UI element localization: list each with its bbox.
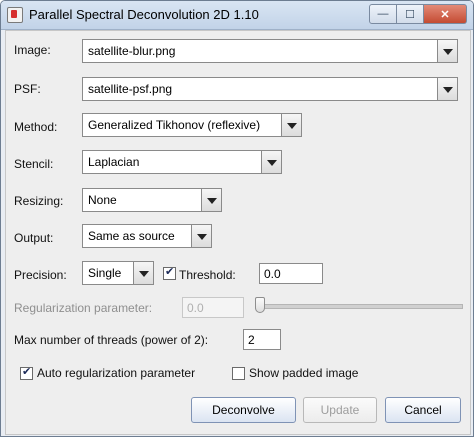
regularization-slider-track[interactable] [255,304,463,309]
psf-select-value: satellite-psf.png [88,82,173,96]
threads-label: Max number of threads (power of 2): [14,333,209,347]
precision-label: Precision: [14,268,67,282]
window-controls: — ☐ ✕ [369,4,467,24]
precision-select-value: Single [88,266,122,280]
window-title: Parallel Spectral Deconvolution 2D 1.10 [29,7,259,22]
output-label: Output: [14,231,54,245]
dialog-content: Image: satellite-blur.png PSF: satellite… [5,30,471,435]
chevron-down-icon[interactable] [133,262,153,284]
stencil-select[interactable]: Laplacian [82,150,282,174]
method-select-value: Generalized Tikhonov (reflexive) [88,118,261,132]
image-select-value: satellite-blur.png [88,44,176,58]
chevron-down-icon[interactable] [437,40,457,62]
show-padded-checkbox[interactable] [232,367,245,380]
stencil-label: Stencil: [14,157,54,171]
chevron-down-icon[interactable] [201,189,221,211]
threshold-label: Threshold: [179,268,236,282]
image-label: Image: [14,43,51,57]
deconvolve-button[interactable]: Deconvolve [191,397,296,423]
threads-input[interactable]: 2 [243,329,281,350]
update-button[interactable]: Update [303,397,377,423]
resizing-select-value: None [88,193,117,207]
resizing-select[interactable]: None [82,188,222,212]
psf-select[interactable]: satellite-psf.png [82,77,458,101]
method-select[interactable]: Generalized Tikhonov (reflexive) [82,113,302,137]
dialog-window: Parallel Spectral Deconvolution 2D 1.10 … [0,0,474,437]
chevron-down-icon[interactable] [191,225,211,247]
regularization-label: Regularization parameter: [14,301,153,315]
minimize-button[interactable]: — [369,4,397,24]
output-select-value: Same as source [88,229,175,243]
title-bar[interactable]: Parallel Spectral Deconvolution 2D 1.10 … [1,1,473,30]
regularization-input[interactable]: 0.0 [182,297,244,318]
chevron-down-icon[interactable] [281,114,301,136]
maximize-button[interactable]: ☐ [397,4,424,24]
close-button[interactable]: ✕ [424,4,467,24]
show-padded-label: Show padded image [249,366,359,380]
image-select[interactable]: satellite-blur.png [82,39,458,63]
chevron-down-icon[interactable] [437,78,457,100]
method-label: Method: [14,120,58,134]
auto-regularization-label: Auto regularization parameter [37,366,196,380]
cancel-button[interactable]: Cancel [385,397,461,423]
stencil-select-value: Laplacian [88,155,140,169]
output-select[interactable]: Same as source [82,224,212,248]
threshold-checkbox[interactable] [163,265,176,280]
precision-select[interactable]: Single [82,261,154,285]
regularization-slider-thumb[interactable] [255,297,265,313]
threshold-input[interactable]: 0.0 [259,263,323,284]
auto-regularization-checkbox[interactable] [20,365,33,380]
chevron-down-icon[interactable] [261,151,281,173]
resizing-label: Resizing: [14,194,64,208]
app-icon [7,7,23,23]
psf-label: PSF: [14,82,41,96]
